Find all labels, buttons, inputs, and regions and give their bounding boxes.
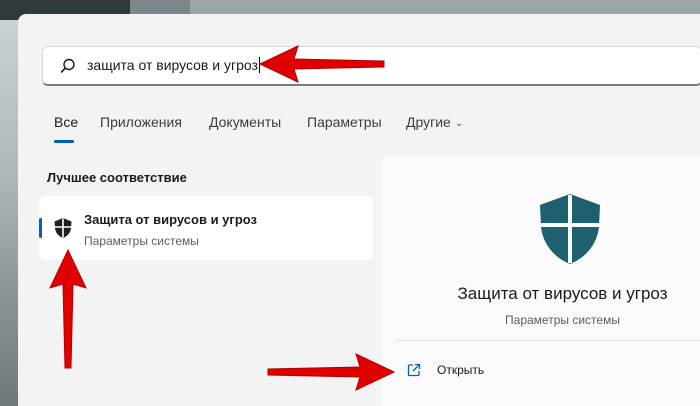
search-input[interactable]: защита от вирусов и угроз xyxy=(42,46,700,86)
best-match-heading: Лучшее соответствие xyxy=(47,170,187,185)
best-match-result[interactable]: Защита от вирусов и угроз Параметры сист… xyxy=(39,196,373,260)
tab-apps[interactable]: Приложения xyxy=(100,114,182,130)
chevron-down-icon: ⌄ xyxy=(454,118,464,129)
shield-icon xyxy=(54,218,72,238)
detail-title: Защита от вирусов и угроз xyxy=(457,284,668,303)
open-label: Открыть xyxy=(437,363,485,377)
active-tab-indicator xyxy=(54,140,74,143)
divider xyxy=(395,340,700,341)
selection-indicator xyxy=(39,218,42,238)
tab-documents[interactable]: Документы xyxy=(209,114,281,130)
tab-settings[interactable]: Параметры xyxy=(307,114,382,130)
tab-all[interactable]: Все xyxy=(54,114,78,143)
result-detail-pane: Защита от вирусов и угроз Параметры сист… xyxy=(381,155,700,406)
result-title: Защита от вирусов и угроз xyxy=(84,212,257,227)
result-subtitle: Параметры системы xyxy=(84,234,199,248)
detail-subtitle: Параметры системы xyxy=(505,313,620,327)
shield-icon xyxy=(540,194,600,264)
text-caret xyxy=(258,57,260,73)
start-search-panel: защита от вирусов и угроз Все Приложения… xyxy=(18,14,700,406)
open-external-icon xyxy=(407,363,421,377)
search-icon xyxy=(60,58,75,73)
search-query: защита от вирусов и угроз xyxy=(87,57,260,73)
tab-other[interactable]: Другие ⌄ xyxy=(406,114,463,130)
